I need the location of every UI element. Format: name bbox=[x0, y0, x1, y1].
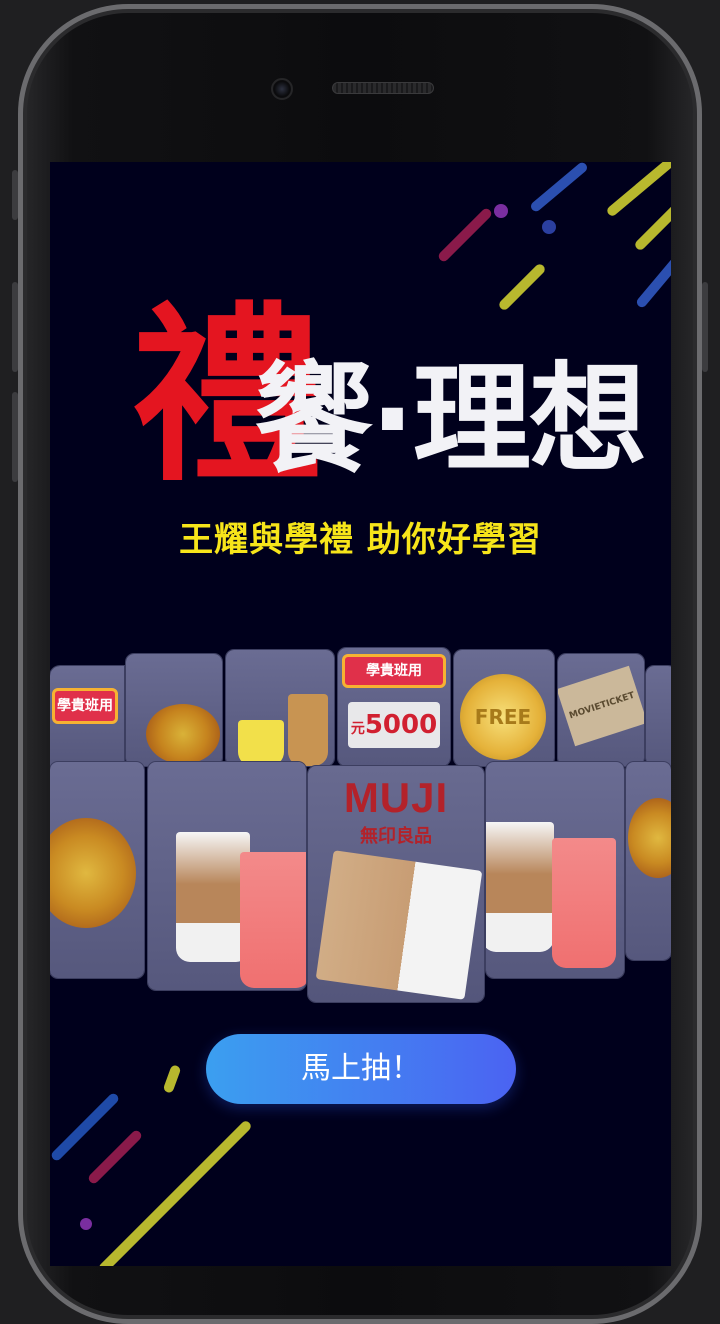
prize-card-muji: MUJI 無印良品 bbox=[308, 766, 484, 1002]
decor-streak bbox=[605, 162, 671, 218]
prize-card-movie-ticket: MOVIETICKET bbox=[558, 654, 644, 766]
lemon-drink-image bbox=[238, 720, 284, 766]
prize-card-pizza bbox=[126, 654, 222, 766]
page-title: 禮 饗·理想 bbox=[132, 302, 647, 502]
decor-streak bbox=[162, 1064, 182, 1094]
pizza-image bbox=[146, 704, 220, 764]
prize-carousel: 學貴班用 學貴班用 元5000 FREE MOVIETICKET MUJI 無印… bbox=[50, 642, 671, 1022]
decor-streak bbox=[436, 206, 494, 264]
coffee-cup-image bbox=[176, 832, 250, 962]
voucher-value: 元5000 bbox=[348, 702, 440, 748]
earpiece-speaker bbox=[332, 82, 434, 94]
prize-card-coin: FREE bbox=[454, 650, 554, 766]
power-button bbox=[702, 282, 708, 372]
notebook-pens-image bbox=[315, 850, 483, 1000]
mute-switch bbox=[12, 170, 18, 220]
front-camera bbox=[271, 78, 293, 100]
decor-dot bbox=[80, 1218, 92, 1230]
prize-card-pizza-right bbox=[626, 762, 671, 960]
decor-streak bbox=[528, 162, 590, 214]
smoothie-cup-image bbox=[240, 852, 306, 988]
movie-ticket-image: MOVIETICKET bbox=[558, 665, 644, 747]
coupon-sign: 學貴班用 bbox=[52, 688, 118, 724]
volume-down-button bbox=[12, 392, 18, 482]
decor-dot bbox=[542, 220, 556, 234]
voucher-sign: 學貴班用 bbox=[342, 654, 446, 688]
prize-card-drinks bbox=[226, 650, 334, 766]
decor-streak bbox=[633, 202, 671, 252]
smoothie-cup-image bbox=[552, 838, 616, 968]
draw-now-button[interactable]: 馬上抽！ bbox=[206, 1034, 516, 1104]
decor-streak bbox=[634, 256, 671, 310]
decor-streak bbox=[50, 1091, 121, 1163]
coffee-cup-image bbox=[486, 822, 554, 952]
voucher-unit: 元 bbox=[350, 721, 365, 737]
prize-card-coffee-right bbox=[486, 762, 624, 978]
prize-card-pizza-front bbox=[50, 762, 144, 978]
subtitle: 王耀與學禮 助你好學習 bbox=[179, 520, 542, 560]
title-text: 饗·理想 bbox=[254, 350, 647, 488]
decor-streak bbox=[86, 1128, 144, 1186]
decor-dot bbox=[494, 204, 508, 218]
pizza-image bbox=[628, 798, 671, 878]
muji-subtitle: 無印良品 bbox=[360, 826, 432, 847]
milk-tea-image bbox=[288, 694, 328, 766]
prize-card-voucher: 學貴班用 元5000 bbox=[338, 648, 450, 766]
prize-card-coffee bbox=[148, 762, 306, 990]
decor-streak bbox=[97, 1119, 253, 1266]
coin-image: FREE bbox=[460, 674, 546, 760]
prize-card-edge bbox=[646, 666, 671, 766]
volume-up-button bbox=[12, 282, 18, 372]
muji-logo: MUJI bbox=[343, 774, 449, 821]
prize-card-coupon: 學貴班用 bbox=[50, 666, 124, 766]
pizza-image bbox=[50, 818, 136, 928]
voucher-amount: 5000 bbox=[364, 710, 438, 740]
app-screen: 禮 饗·理想 王耀與學禮 助你好學習 學貴班用 學貴班用 元5000 FREE … bbox=[50, 162, 671, 1266]
